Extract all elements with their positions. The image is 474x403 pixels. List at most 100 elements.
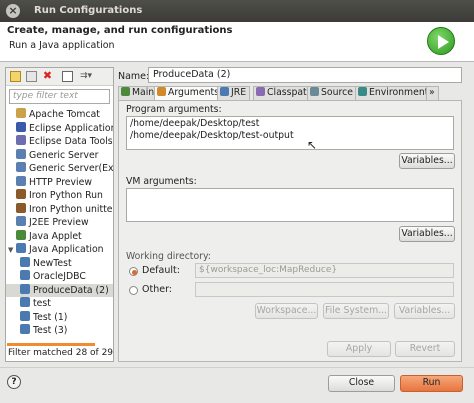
- help-icon[interactable]: ?: [7, 375, 21, 389]
- tree-item[interactable]: Iron Python unittest: [6, 202, 113, 216]
- new-config-icon[interactable]: [10, 71, 21, 82]
- arguments-tab-icon: [157, 87, 166, 96]
- vm-args-variables-button[interactable]: Variables...: [399, 226, 455, 242]
- tab-main[interactable]: Main: [118, 86, 159, 100]
- program-arguments-label: Program arguments:: [126, 104, 222, 115]
- tree-item-label: ProduceData (2): [33, 284, 109, 296]
- tab-environment[interactable]: Environment: [355, 86, 433, 100]
- expand-arrow-icon[interactable]: ▼: [8, 244, 16, 256]
- tree-item-label: HTTP Preview: [29, 176, 92, 188]
- workspace-button[interactable]: Workspace...: [255, 303, 318, 319]
- tree-item-label: OracleJDBC: [33, 271, 86, 282]
- run-banner-icon: [427, 27, 455, 55]
- tree-item[interactable]: Generic Server(Exter: [6, 162, 113, 175]
- tree-item[interactable]: J2EE Preview: [6, 216, 113, 229]
- server-icon: [16, 216, 26, 226]
- default-directory-field: ${workspace_loc:MapReduce}: [195, 263, 454, 278]
- tree-item[interactable]: test: [6, 297, 113, 310]
- other-radio[interactable]: [129, 286, 138, 295]
- java-class-icon: [20, 283, 30, 294]
- jre-tab-icon: [220, 87, 229, 96]
- python-icon: [16, 202, 26, 213]
- tree-item[interactable]: OracleJDBC: [6, 270, 113, 283]
- filter-menu-icon[interactable]: ⇉▾: [80, 71, 98, 82]
- tab-source[interactable]: Source: [307, 86, 357, 100]
- program-args-variables-button[interactable]: Variables...: [399, 153, 455, 169]
- tree-item-label: J2EE Preview: [29, 217, 89, 228]
- tab-more[interactable]: »: [426, 86, 439, 100]
- main-tab-icon: [121, 87, 130, 96]
- server-icon: [16, 148, 26, 159]
- tree-item-label: Java Applet: [29, 230, 82, 242]
- java-app-icon: [16, 243, 26, 253]
- title-bar: × Run Configurations: [0, 0, 474, 22]
- tree-item[interactable]: Eclipse Application: [6, 121, 113, 135]
- window-close-button[interactable]: ×: [6, 4, 20, 18]
- tree-item[interactable]: Test (1): [6, 310, 113, 324]
- tree-item[interactable]: Eclipse Data Tools: [6, 135, 113, 148]
- apply-button[interactable]: Apply: [327, 341, 391, 357]
- config-toolbar: ✖ ⇉▾: [6, 68, 113, 86]
- datatools-icon: [16, 135, 26, 145]
- tree-item-label: Apache Tomcat: [29, 109, 100, 120]
- tab-jre[interactable]: JRE: [217, 86, 251, 100]
- java-class-icon: [20, 297, 30, 307]
- dialog-header: Create, manage, and run configurations R…: [0, 22, 474, 62]
- other-label: Other:: [142, 284, 173, 295]
- tab-label: »: [429, 87, 435, 98]
- java-class-icon: [20, 270, 30, 280]
- tree-item[interactable]: ProduceData (2): [6, 283, 113, 297]
- delete-config-icon[interactable]: ✖: [42, 70, 53, 82]
- tree-item[interactable]: ▼ Java Application: [6, 243, 113, 256]
- tab-label: Classpath: [267, 87, 313, 98]
- server-icon: [16, 175, 26, 186]
- tree-item-label: Generic Server(Exter: [29, 163, 113, 174]
- java-class-icon: [20, 310, 30, 321]
- tree-item[interactable]: Generic Server: [6, 148, 113, 162]
- filter-status: Filter matched 28 of 29 ite: [8, 348, 113, 358]
- environment-tab-icon: [358, 87, 367, 96]
- collapse-all-icon[interactable]: [62, 71, 73, 82]
- revert-button[interactable]: Revert: [395, 341, 455, 357]
- name-label: Name:: [118, 71, 150, 82]
- tab-label: Main: [132, 87, 155, 98]
- server-icon: [16, 162, 26, 172]
- header-subtitle: Run a Java application: [9, 40, 115, 51]
- vm-arguments-label: VM arguments:: [126, 176, 197, 187]
- close-button[interactable]: Close: [328, 375, 395, 392]
- duplicate-config-icon[interactable]: [26, 71, 37, 82]
- tree-item-label: Test (3): [33, 325, 68, 336]
- tree-item-label: Generic Server: [29, 149, 99, 161]
- config-tree-panel: ✖ ⇉▾ type filter text Apache Tomcat Eclip…: [5, 67, 114, 362]
- working-directory-label: Working directory:: [126, 251, 211, 262]
- tomcat-icon: [16, 108, 26, 118]
- vm-arguments-textarea[interactable]: [126, 188, 454, 222]
- python-icon: [16, 189, 26, 199]
- java-class-icon: [20, 324, 30, 334]
- tree-item[interactable]: Java Applet: [6, 229, 113, 243]
- mouse-cursor-icon: ↖: [307, 138, 318, 152]
- program-arguments-textarea[interactable]: /home/deepak/Desktop/test /home/deepak/D…: [126, 116, 454, 150]
- tree-item-label: Java Application: [29, 244, 104, 255]
- tree-item[interactable]: HTTP Preview: [6, 175, 113, 189]
- bottom-separator: [0, 367, 474, 368]
- tab-label: JRE: [231, 87, 247, 98]
- tab-label: Source: [321, 87, 353, 98]
- file-system-button[interactable]: File System...: [323, 303, 389, 319]
- header-title: Create, manage, and run configurations: [7, 25, 233, 36]
- tab-arguments[interactable]: Arguments: [154, 86, 223, 101]
- filter-input[interactable]: type filter text: [9, 89, 110, 104]
- tree-item[interactable]: Apache Tomcat: [6, 108, 113, 121]
- window-title: Run Configurations: [34, 5, 143, 16]
- working-dir-variables-button[interactable]: Variables...: [394, 303, 455, 319]
- tree-item[interactable]: NewTest: [6, 256, 113, 270]
- source-tab-icon: [310, 87, 319, 96]
- tree-item[interactable]: Iron Python Run: [6, 189, 113, 202]
- run-button[interactable]: Run: [400, 375, 463, 392]
- default-radio[interactable]: [129, 267, 138, 276]
- config-tabs: Main Arguments JRE Classpath Source Environme…: [118, 86, 462, 101]
- tree-item[interactable]: Test (3): [6, 324, 113, 337]
- java-class-icon: [20, 256, 30, 267]
- name-input[interactable]: ProduceData (2): [148, 67, 462, 83]
- tree-item-label: NewTest: [33, 257, 72, 269]
